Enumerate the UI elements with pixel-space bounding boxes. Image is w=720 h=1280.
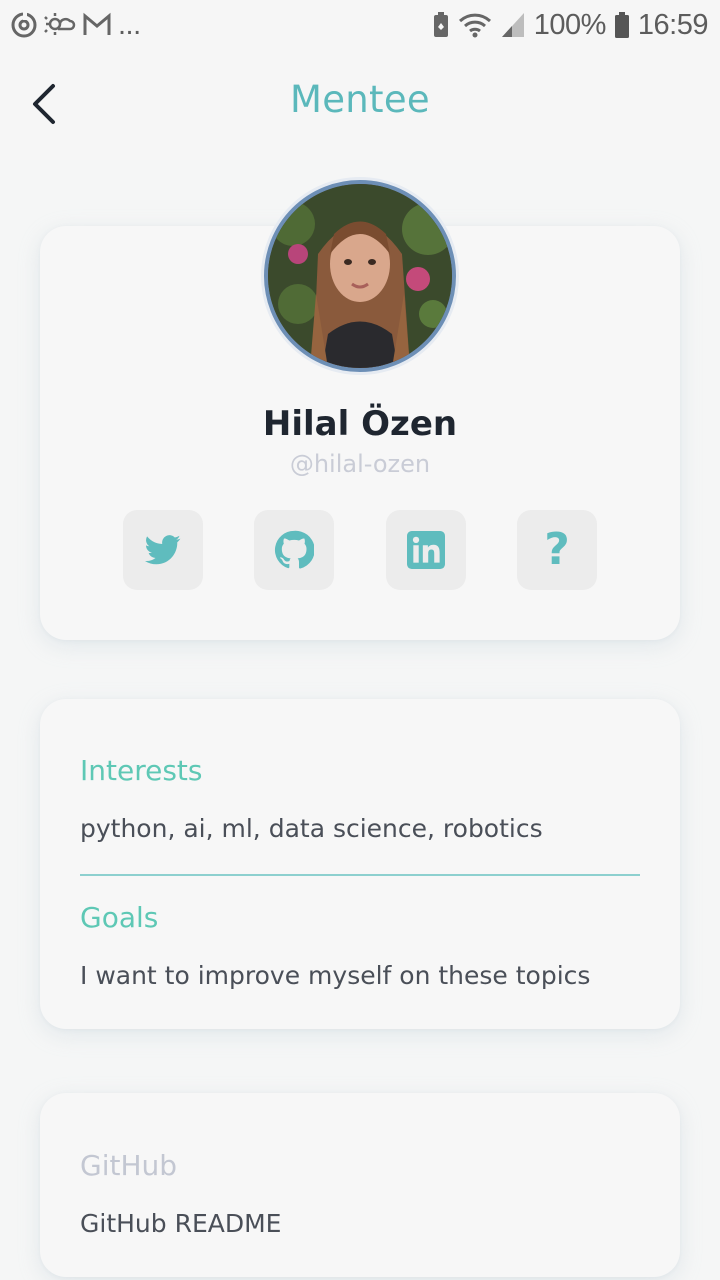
status-bar: ... 100% 16:59 — [0, 0, 720, 50]
wifi-icon — [458, 11, 492, 39]
signal-icon — [500, 11, 526, 39]
app-header: Mentee — [0, 50, 720, 160]
goals-label: Goals — [80, 901, 159, 934]
more-notifications: ... — [118, 8, 141, 41]
github-label: GitHub — [80, 1149, 178, 1182]
interests-value: python, ai, ml, data science, robotics — [80, 814, 543, 843]
battery-saver-icon — [432, 11, 450, 39]
weather-icon — [44, 11, 76, 39]
linkedin-icon — [407, 531, 445, 569]
divider — [80, 874, 640, 876]
clock: 16:59 — [637, 8, 709, 41]
interests-label: Interests — [80, 754, 203, 787]
linkedin-button[interactable] — [386, 510, 466, 590]
notification-icons: ... — [10, 8, 141, 42]
twitter-icon — [145, 535, 181, 565]
github-button[interactable] — [254, 510, 334, 590]
sync-icon — [10, 11, 38, 39]
twitter-button[interactable] — [123, 510, 203, 590]
battery-percent: 100% — [533, 8, 607, 41]
battery-icon — [614, 11, 630, 39]
github-card[interactable] — [40, 1093, 680, 1277]
page-title: Mentee — [290, 78, 430, 121]
system-icons: 100% 16:59 — [432, 8, 709, 42]
goals-value: I want to improve myself on these topics — [80, 961, 591, 990]
profile-handle: @hilal-ozen — [289, 450, 431, 478]
social-links: ? — [0, 510, 720, 590]
avatar — [264, 180, 456, 372]
github-icon — [274, 530, 314, 569]
gmail-icon — [82, 12, 112, 38]
profile-name: Hilal Özen — [262, 404, 458, 444]
github-readme-link[interactable]: GitHub README — [80, 1209, 281, 1238]
help-button[interactable]: ? — [517, 510, 597, 590]
question-icon: ? — [544, 524, 570, 575]
